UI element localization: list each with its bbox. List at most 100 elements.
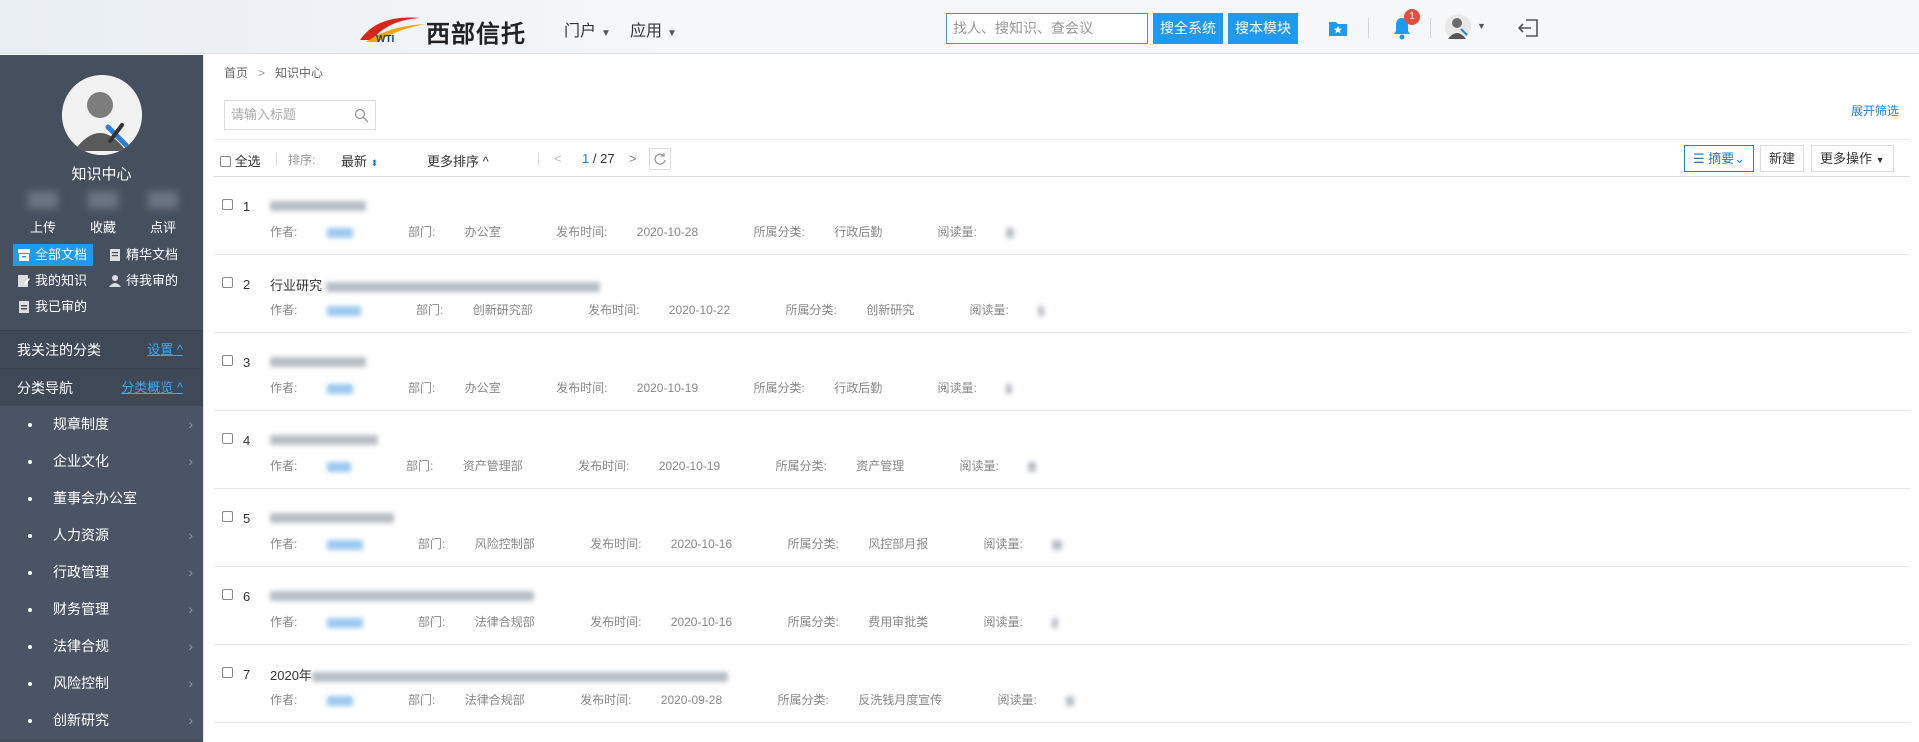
document-title[interactable] bbox=[270, 197, 366, 212]
document-row[interactable]: 2 行业研究 作者: 部门: 创新研究部 发布时间: 2020-10-22 所属… bbox=[214, 255, 1910, 333]
profile-avatar[interactable] bbox=[62, 75, 142, 155]
user-avatar-icon[interactable] bbox=[1444, 13, 1472, 41]
row-checkbox[interactable] bbox=[222, 589, 233, 600]
reads-label: 阅读量: bbox=[959, 459, 999, 473]
followed-settings-link[interactable]: 设置 ^ bbox=[147, 331, 183, 369]
category-item[interactable]: 董事会办公室 bbox=[0, 480, 203, 517]
global-search-input[interactable]: 找人、搜知识、查会议 bbox=[946, 13, 1148, 44]
company-logo[interactable]: WTI 西部信托 bbox=[358, 10, 528, 48]
more-actions-label: 更多操作 bbox=[1820, 151, 1873, 166]
redacted-author bbox=[326, 305, 361, 316]
category-item[interactable]: 法律合规 › bbox=[0, 628, 203, 665]
caret-down-icon[interactable]: ▼ bbox=[1477, 21, 1486, 31]
date-field: 发布时间: 2020-10-16 bbox=[590, 537, 758, 551]
search-icon[interactable] bbox=[354, 108, 369, 123]
document-row[interactable]: 4 作者: 部门: 资产管理部 发布时间: 2020-10-19 所属分类: 资… bbox=[214, 411, 1910, 489]
document-row[interactable]: 1 作者: 部门: 办公室 发布时间: 2020-10-28 所属分类: 行政后… bbox=[214, 177, 1910, 255]
document-title[interactable] bbox=[270, 587, 534, 602]
category-label: 所属分类: bbox=[775, 459, 827, 473]
list-view-icon: ☰ bbox=[1693, 151, 1705, 166]
document-row[interactable]: 7 2020年 作者: 部门: 法律合规部 发布时间: 2020-09-28 所… bbox=[214, 645, 1910, 723]
stat-favorites[interactable]: 收藏 bbox=[90, 217, 116, 236]
more-actions-dropdown[interactable]: 更多操作 ▼ bbox=[1811, 145, 1894, 172]
more-sort-button[interactable]: 更多排序 ^ bbox=[427, 151, 489, 170]
sidebar-link-pending-review[interactable]: 待我审的 bbox=[104, 270, 178, 292]
next-page-icon[interactable]: > bbox=[629, 151, 637, 166]
breadcrumb-home[interactable]: 首页 bbox=[224, 66, 248, 80]
category-overview-link[interactable]: 分类概览 ^ bbox=[121, 369, 183, 407]
date-value: 2020-10-28 bbox=[636, 225, 699, 239]
search-module-button[interactable]: 搜本模块 bbox=[1228, 13, 1298, 44]
document-row[interactable]: 3 作者: 部门: 办公室 发布时间: 2020-10-19 所属分类: 行政后… bbox=[214, 333, 1910, 411]
document-title[interactable]: 行业研究 bbox=[270, 275, 600, 294]
document-title[interactable] bbox=[270, 431, 378, 446]
document-title[interactable]: 2020年 bbox=[270, 665, 728, 684]
redacted-reads bbox=[1066, 695, 1075, 706]
expand-filter-link[interactable]: 展开筛选 bbox=[1851, 102, 1899, 119]
row-checkbox[interactable] bbox=[222, 355, 233, 366]
caret-down-icon: ▼ bbox=[1875, 155, 1885, 165]
date-label: 发布时间: bbox=[578, 459, 630, 473]
top-bar: WTI 西部信托 门户 ▼ 应用 ▼ 找人、搜知识、查会议 搜全系统 搜本模块 1 … bbox=[0, 0, 1919, 54]
category-item[interactable]: 企业文化 › bbox=[0, 443, 203, 480]
favorites-folder-icon[interactable] bbox=[1328, 18, 1348, 38]
new-document-button[interactable]: 新建 bbox=[1760, 145, 1805, 172]
reads-field: 阅读量: bbox=[938, 381, 1039, 395]
dept-field: 部门: 资产管理部 bbox=[406, 459, 549, 473]
category-item[interactable]: 规章制度 › bbox=[0, 406, 203, 443]
category-item[interactable]: 风险控制 › bbox=[0, 665, 203, 702]
date-value: 2020-10-22 bbox=[668, 303, 731, 317]
document-meta: 作者: 部门: 风险控制部 发布时间: 2020-10-16 所属分类: 风控部… bbox=[270, 535, 1114, 552]
row-checkbox[interactable] bbox=[222, 199, 233, 210]
logout-icon[interactable] bbox=[1517, 18, 1539, 38]
author-field: 作者: bbox=[270, 537, 389, 551]
chevron-right-icon: › bbox=[188, 638, 193, 654]
logo-swoosh-icon: WTI bbox=[360, 17, 426, 44]
followed-settings-label: 设置 bbox=[147, 342, 174, 357]
author-label: 作者: bbox=[270, 537, 298, 551]
nav-apps[interactable]: 应用 ▼ bbox=[630, 17, 677, 41]
dept-label: 部门: bbox=[408, 693, 436, 707]
bullet-icon bbox=[28, 423, 32, 427]
document-row[interactable]: 6 作者: 部门: 法律合规部 发布时间: 2020-10-16 所属分类: 费… bbox=[214, 567, 1910, 645]
sidebar-link-label: 我已审的 bbox=[35, 299, 88, 314]
redacted-author bbox=[326, 227, 353, 238]
refresh-icon[interactable] bbox=[649, 148, 671, 170]
sidebar-link-my-knowledge[interactable]: 我的知识 bbox=[13, 270, 87, 292]
bullet-icon bbox=[28, 682, 32, 686]
search-all-button[interactable]: 搜全系统 bbox=[1153, 13, 1223, 44]
nav-portal[interactable]: 门户 ▼ bbox=[564, 17, 611, 41]
view-mode-dropdown[interactable]: ☰ 摘要⌄ bbox=[1684, 145, 1755, 172]
breadcrumb: 首页 > 知识中心 bbox=[224, 64, 323, 81]
sidebar-link-reviewed[interactable]: 我已审的 bbox=[13, 296, 87, 318]
document-title[interactable] bbox=[270, 509, 394, 524]
stat-upload[interactable]: 上传 bbox=[30, 217, 56, 236]
document-row[interactable]: 5 作者: 部门: 风险控制部 发布时间: 2020-10-16 所属分类: 风… bbox=[214, 489, 1910, 567]
reads-field: 阅读量: bbox=[960, 459, 1063, 473]
nav-apps-label: 应用 bbox=[630, 23, 663, 40]
dept-label: 部门: bbox=[416, 303, 444, 317]
prev-page-icon[interactable]: < bbox=[554, 151, 562, 166]
row-checkbox[interactable] bbox=[222, 511, 233, 522]
sort-latest-button[interactable]: 最新 ⬍ bbox=[341, 151, 378, 170]
category-item[interactable]: 行政管理 › bbox=[0, 554, 203, 591]
chevron-right-icon: › bbox=[188, 453, 193, 469]
row-checkbox[interactable] bbox=[222, 433, 233, 444]
row-checkbox[interactable] bbox=[222, 667, 233, 678]
row-checkbox[interactable] bbox=[222, 277, 233, 288]
category-item[interactable]: 创新研究 › bbox=[0, 702, 203, 739]
stat-comments[interactable]: 点评 bbox=[150, 217, 176, 236]
notification-badge: 1 bbox=[1404, 9, 1420, 25]
title-search-input[interactable]: 请输入标题 bbox=[224, 100, 376, 130]
select-all-checkbox[interactable]: 全选 bbox=[220, 151, 261, 170]
category-item[interactable]: 人力资源 › bbox=[0, 517, 203, 554]
document-title[interactable] bbox=[270, 353, 366, 368]
bookmark-doc-icon bbox=[110, 249, 120, 261]
category-item[interactable]: 财务管理 › bbox=[0, 591, 203, 628]
sidebar-link-all-docs[interactable]: 全部文档 bbox=[13, 244, 94, 266]
sidebar-link-featured-docs[interactable]: 精华文档 bbox=[104, 244, 178, 266]
author-label: 作者: bbox=[270, 303, 298, 317]
author-field: 作者: bbox=[270, 693, 379, 707]
approved-icon bbox=[19, 301, 29, 313]
date-value: 2020-10-19 bbox=[636, 381, 699, 395]
